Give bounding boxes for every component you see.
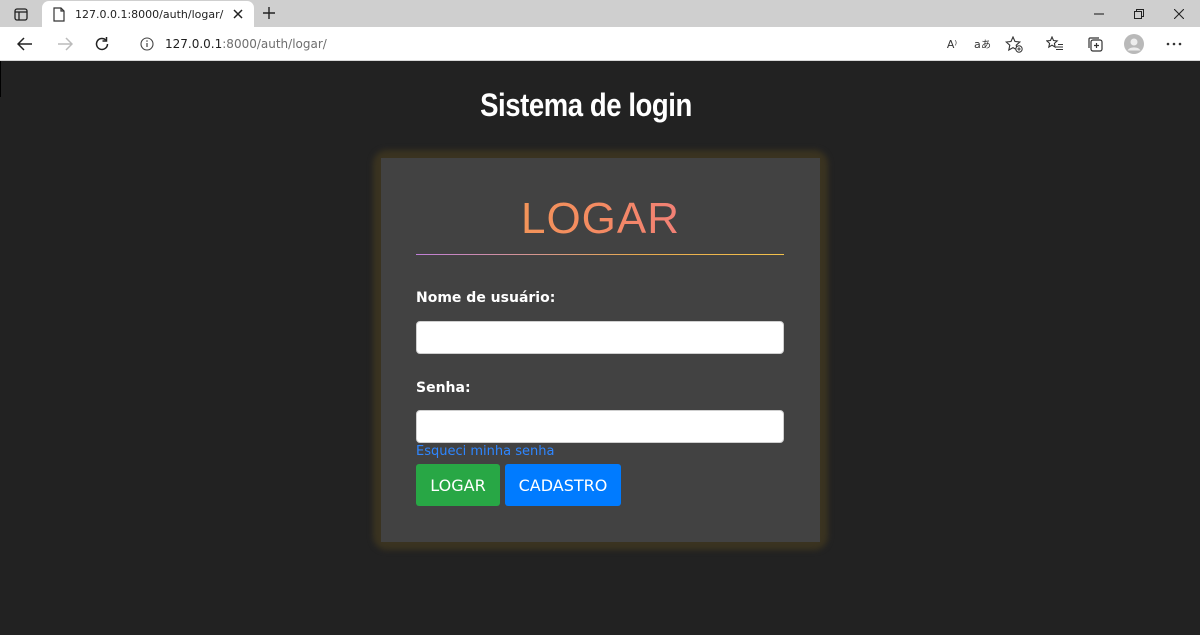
profile-avatar-icon[interactable] (1122, 32, 1146, 56)
add-favorite-icon[interactable] (1002, 32, 1026, 56)
forward-icon[interactable] (52, 32, 78, 56)
more-options-icon[interactable] (1162, 32, 1186, 56)
read-aloud-icon[interactable]: A⁾ (940, 32, 964, 56)
address-bar[interactable]: 127.0.0.1:8000/auth/logar/ (127, 31, 1032, 57)
new-tab-icon[interactable] (259, 3, 279, 23)
heading-divider (416, 254, 784, 255)
browser-tab[interactable]: 127.0.0.1:8000/auth/logar/ (42, 1, 254, 27)
favorites-icon[interactable] (1043, 32, 1067, 56)
password-label: Senha: (416, 380, 471, 396)
url-text: 127.0.0.1:8000/auth/logar/ (165, 37, 327, 51)
login-button[interactable]: LOGAR (416, 464, 500, 506)
login-card: LOGAR Nome de usuário: Senha: Esqueci mi… (381, 158, 820, 542)
browser-toolbar: 127.0.0.1:8000/auth/logar/ A⁾ aあ (0, 27, 1200, 61)
close-window-icon[interactable] (1159, 0, 1199, 27)
username-label: Nome de usuário: (416, 290, 556, 306)
login-heading: LOGAR (381, 194, 820, 244)
restore-icon[interactable] (1119, 0, 1159, 27)
register-button[interactable]: CADASTRO (505, 464, 621, 506)
reload-icon[interactable] (89, 32, 115, 56)
password-input[interactable] (416, 410, 784, 443)
tab-actions-icon[interactable] (6, 2, 36, 26)
page-content: Sistema de login LOGAR Nome de usuário: … (0, 61, 1200, 635)
svg-text:a: a (974, 38, 981, 51)
url-host: 127.0.0.1 (165, 37, 223, 51)
back-icon[interactable] (12, 32, 38, 56)
tab-close-icon[interactable] (232, 8, 244, 20)
minimize-icon[interactable] (1079, 0, 1119, 27)
username-input[interactable] (416, 321, 784, 354)
svg-text:あ: あ (981, 39, 991, 51)
collections-icon[interactable] (1083, 32, 1107, 56)
tab-title: 127.0.0.1:8000/auth/logar/ (75, 7, 224, 21)
page-title: Sistema de login (480, 87, 692, 123)
page-icon (52, 6, 66, 22)
forgot-password-link[interactable]: Esqueci minha senha (416, 444, 554, 459)
site-info-icon[interactable] (139, 36, 155, 52)
browser-tab-bar: 127.0.0.1:8000/auth/logar/ (0, 0, 1200, 27)
page-edge (0, 61, 1, 97)
url-path: :8000/auth/logar/ (222, 37, 327, 51)
translate-icon[interactable]: aあ (971, 32, 995, 56)
